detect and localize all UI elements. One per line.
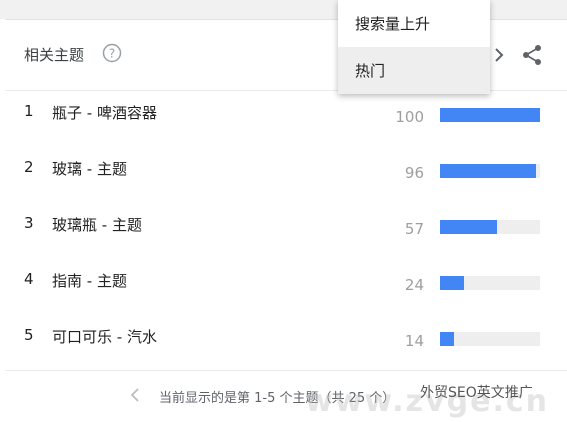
menu-item-label: 热门 [355, 62, 386, 80]
svg-text:?: ? [109, 47, 115, 61]
score-bar-track [440, 220, 540, 234]
menu-item-top[interactable]: 热门 [338, 47, 490, 94]
score-bar-track [440, 276, 540, 290]
rank: 1 [24, 102, 34, 120]
score-bar [440, 164, 536, 178]
watermark-tag: 外贸SEO英文推广 [420, 385, 533, 401]
chevron-left-icon[interactable] [129, 387, 141, 403]
score-value: 100 [395, 108, 424, 126]
topic-link[interactable]: 指南 - 主题 [52, 270, 127, 291]
score-bar [440, 108, 540, 122]
score-value: 14 [404, 332, 424, 350]
table-row[interactable]: 5 可口可乐 - 汽水 14 [5, 326, 567, 376]
chevron-right-icon[interactable] [492, 46, 506, 64]
share-icon[interactable] [521, 44, 543, 66]
table-row[interactable]: 3 玻璃瓶 - 主题 57 [5, 214, 567, 264]
rank: 5 [24, 326, 34, 344]
table-row[interactable]: 4 指南 - 主题 24 [5, 270, 567, 320]
table-row[interactable]: 1 瓶子 - 啤酒容器 100 [5, 102, 567, 152]
card-title: 相关主题 [24, 46, 85, 64]
topic-link[interactable]: 玻璃瓶 - 主题 [52, 214, 142, 235]
sort-dropdown-menu: 搜索量上升 热门 [338, 0, 490, 94]
score-bar-track [440, 332, 540, 346]
rank: 4 [24, 270, 34, 288]
menu-item-label: 搜索量上升 [355, 15, 431, 33]
score-bar-track [440, 108, 540, 122]
score-value: 24 [404, 276, 424, 294]
score-value: 96 [404, 164, 424, 182]
score-bar [440, 220, 497, 234]
topic-link[interactable]: 玻璃 - 主题 [52, 158, 127, 179]
score-bar-track [440, 164, 540, 178]
table-row[interactable]: 2 玻璃 - 主题 96 [5, 158, 567, 208]
topic-link[interactable]: 瓶子 - 啤酒容器 [52, 102, 157, 123]
rank: 3 [24, 214, 34, 232]
help-icon[interactable]: ? [102, 43, 122, 63]
score-bar [440, 276, 464, 290]
score-bar [440, 332, 454, 346]
rank: 2 [24, 158, 34, 176]
topic-link[interactable]: 可口可乐 - 汽水 [52, 326, 157, 347]
score-value: 57 [404, 220, 424, 238]
menu-item-rising[interactable]: 搜索量上升 [338, 0, 490, 47]
